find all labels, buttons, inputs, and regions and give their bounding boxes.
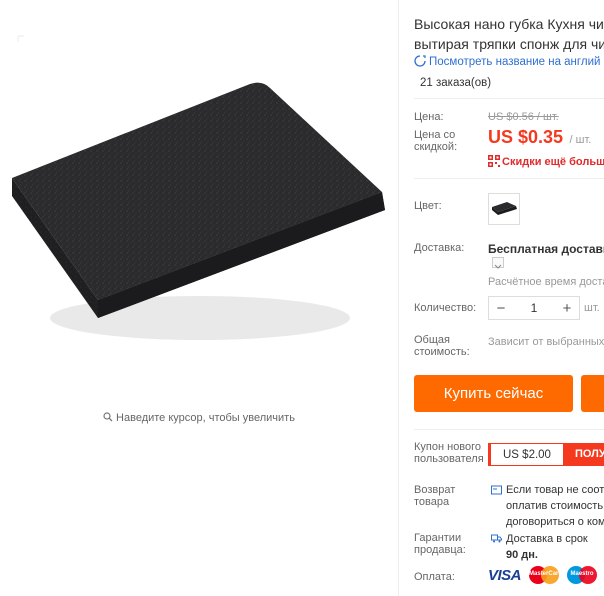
more-discounts-text[interactable]: Скидки ещё больше (502, 156, 604, 168)
total-label-line-2: стоимость: (414, 346, 470, 358)
divider (414, 98, 604, 99)
quantity-increase-button[interactable]: + (555, 300, 579, 317)
translate-title-link[interactable]: Посмотреть название на англий (414, 55, 600, 68)
guarantee-label: Гарантии продавца: (414, 532, 466, 556)
coupon-value: US $2.00 (503, 448, 551, 461)
product-title-line-2: вытирая тряпки спонж для чис (414, 36, 604, 52)
return-policy-text: Если товар не соот оплатив стоимость дог… (506, 482, 604, 530)
panel-divider (398, 0, 399, 596)
return-policy-line-1: Если товар не соот (506, 484, 604, 496)
product-details-panel: Высокая нано губка Кухня чис вытирая тря… (414, 0, 604, 596)
product-title-line-1: Высокая нано губка Кухня чис (414, 16, 604, 32)
shipping-value: Бесплатная доставка (488, 242, 604, 256)
divider (414, 429, 604, 430)
return-policy-line-2: оплатив стоимость (506, 500, 604, 512)
more-discounts-link[interactable]: Скидки ещё больше (488, 155, 604, 168)
guarantee-text: Доставка в срок 90 дн. (506, 531, 588, 563)
guarantee-line-1: Доставка в срок (506, 533, 588, 545)
quantity-decrease-button[interactable]: − (489, 300, 513, 317)
translate-icon (414, 55, 426, 67)
returns-label-line-1: Возврат (414, 484, 456, 496)
price-value: US $0.35 (488, 127, 564, 147)
coupon-label-line-1: Купон нового (414, 441, 482, 453)
buy-now-button[interactable]: Купить сейчас (414, 375, 573, 412)
guarantee-line-2: 90 дн. (506, 549, 538, 561)
qr-code-icon (488, 155, 500, 167)
product-image[interactable] (0, 0, 398, 400)
quantity-input[interactable]: 1 (513, 301, 555, 315)
zoom-hint-text: Наведите курсор, чтобы увеличить (116, 412, 295, 424)
shipping-dropdown[interactable] (492, 257, 504, 269)
quantity-stepper: − 1 + (488, 296, 580, 320)
chevron-down-icon (494, 264, 502, 269)
price-label: Цена: (414, 111, 444, 123)
divider (414, 178, 604, 179)
payment-label: Оплата: (414, 571, 455, 583)
quantity-unit: шт. (584, 302, 600, 314)
coupon-label: Купон нового пользователя (414, 441, 484, 465)
color-option-black[interactable] (488, 193, 520, 225)
payment-methods: VISA MasterCard Maestro (488, 566, 598, 584)
discount-label-line-2: скидкой: (414, 141, 458, 153)
translate-link-text[interactable]: Посмотреть название на англий (429, 56, 600, 68)
color-label: Цвет: (414, 200, 442, 212)
zoom-hint: Наведите курсор, чтобы увеличить (0, 412, 398, 424)
total-label: Общая стоимость: (414, 334, 470, 358)
color-swatch-image (492, 202, 517, 215)
discount-price: US $0.35 / шт. (488, 127, 591, 148)
magnifier-icon (103, 412, 113, 422)
discount-price-label: Цена со скидкой: (414, 129, 457, 153)
mastercard-logo-text: MasterCard (529, 571, 563, 577)
delivery-estimate: Расчётное время доста (488, 276, 604, 288)
add-to-cart-button[interactable] (581, 375, 604, 412)
product-gallery: Наведите курсор, чтобы увеличить (0, 0, 398, 596)
discount-label-line-1: Цена со (414, 129, 456, 141)
returns-label-line-2: товара (414, 496, 450, 508)
total-label-line-1: Общая (414, 334, 450, 346)
orders-count: 21 заказа(ов) (420, 77, 492, 89)
quantity-label: Количество: (414, 302, 477, 314)
new-user-coupon: US $2.00 ПОЛУ (488, 443, 604, 466)
return-policy-line-3: договориться о ком (506, 516, 604, 528)
mastercard-logo: MasterCard (529, 566, 563, 584)
original-price: US $0.56 / шт. (488, 111, 559, 123)
guarantee-label-line-1: Гарантии (414, 532, 462, 544)
guarantee-label-line-2: продавца: (414, 544, 466, 556)
get-coupon-button[interactable]: ПОЛУ (562, 443, 604, 466)
product-title: Высокая нано губка Кухня чис вытирая тря… (414, 14, 604, 54)
maestro-logo: Maestro (567, 566, 598, 584)
shipping-label: Доставка: (414, 242, 465, 254)
return-policy-icon (491, 485, 502, 495)
maestro-logo-text: Maestro (570, 571, 594, 577)
total-value: Зависит от выбранных (488, 336, 604, 348)
price-unit: / шт. (569, 134, 592, 146)
returns-label: Возврат товара (414, 484, 455, 508)
delivery-truck-icon (491, 534, 502, 543)
visa-logo: VISA (488, 566, 522, 584)
coupon-label-line-2: пользователя (414, 453, 484, 465)
